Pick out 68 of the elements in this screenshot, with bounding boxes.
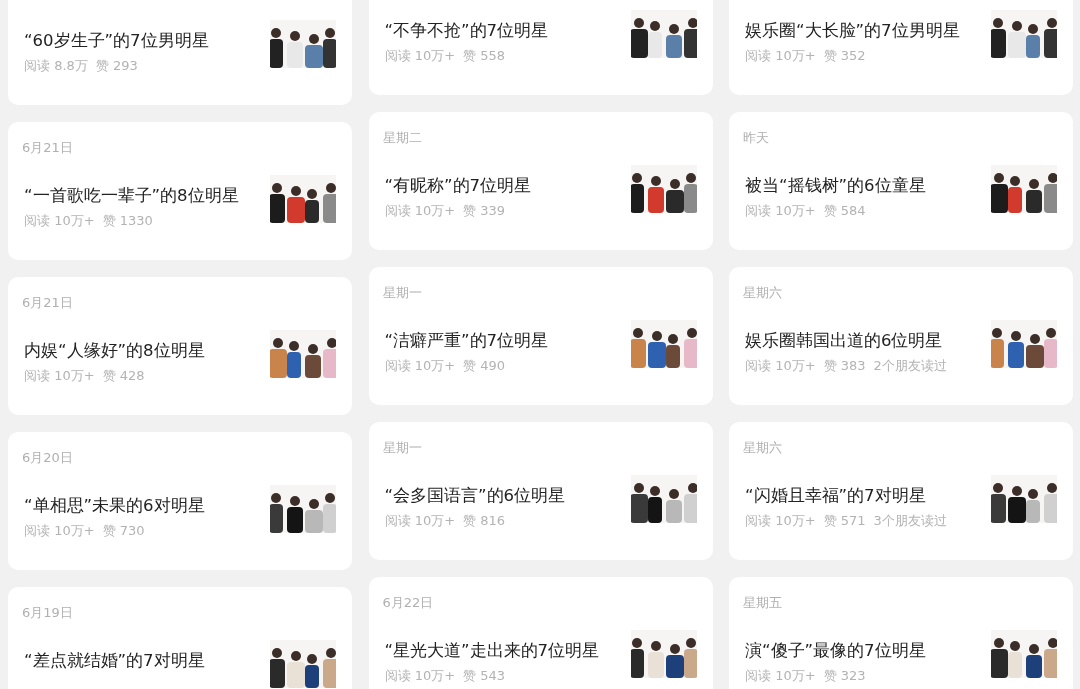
article-card[interactable]: 星期二 “有昵称”的7位明星 阅读 10万+ 赞 339 [368, 112, 713, 250]
article-date: 星期六 [743, 285, 782, 301]
article-title: “星光大道”走出来的7位明星 [384, 640, 600, 662]
article-card[interactable]: 6月19日 “差点就结婚”的7对明星 [8, 587, 352, 689]
article-title: 内娱“人缘好”的8位明星 [24, 340, 205, 362]
article-stat: 3个朋友读过 [873, 512, 947, 530]
article-card[interactable]: “不争不抢”的7位明星 阅读 10万+ 赞 558 [368, 0, 713, 95]
article-date: 星期二 [382, 130, 422, 146]
article-title: “60岁生子”的7位男明星 [24, 30, 209, 52]
article-stat: 阅读 10万+ [24, 522, 95, 540]
article-stat: 赞 383 [823, 357, 866, 375]
article-stat: 赞 293 [95, 57, 138, 75]
article-date: 星期六 [743, 440, 782, 456]
article-card[interactable]: 6月20日 “单相思”未果的6对明星 阅读 10万+ 赞 730 [8, 432, 352, 570]
article-stat: 阅读 10万+ [745, 47, 816, 65]
article-date: 6月22日 [382, 595, 434, 611]
article-stat: 阅读 10万+ [384, 47, 456, 65]
article-date: 昨天 [743, 130, 769, 146]
article-date: 6月21日 [22, 295, 73, 311]
article-stat: 赞 584 [823, 202, 866, 220]
article-title: 被当“摇钱树”的6位童星 [745, 175, 926, 197]
article-date: 星期五 [743, 595, 782, 611]
article-title: 娱乐圈韩国出道的6位明星 [745, 330, 943, 352]
article-card[interactable]: 6月21日 “一首歌吃一辈子”的8位明星 阅读 10万+ 赞 1330 [8, 122, 352, 260]
article-stat: 赞 571 [823, 512, 866, 530]
article-stat: 赞 1330 [102, 212, 153, 230]
article-stat: 阅读 10万+ [24, 212, 95, 230]
article-title: 娱乐圈“大长脸”的7位男明星 [745, 20, 960, 42]
article-title: 演“傻子”最像的7位明星 [745, 640, 926, 662]
article-title: “洁癖严重”的7位明星 [384, 330, 549, 352]
article-stat: 阅读 10万+ [745, 512, 816, 530]
article-card[interactable]: 星期六 “闪婚且幸福”的7对明星 阅读 10万+ 赞 571 3个朋友读过 [729, 422, 1073, 560]
article-date: 6月21日 [22, 140, 73, 156]
article-stat: 赞 339 [463, 202, 506, 220]
article-title: “不争不抢”的7位明星 [384, 20, 549, 42]
article-card[interactable]: “60岁生子”的7位男明星 阅读 8.8万 赞 293 [8, 0, 352, 105]
article-stat: 2个朋友读过 [873, 357, 947, 375]
article-stat: 阅读 8.8万 [24, 57, 88, 75]
article-card[interactable]: 昨天 被当“摇钱树”的6位童星 阅读 10万+ 赞 584 [729, 112, 1073, 250]
article-card[interactable]: 娱乐圈“大长脸”的7位男明星 阅读 10万+ 赞 352 [729, 0, 1073, 95]
article-stat: 赞 543 [463, 667, 506, 685]
article-stat: 阅读 10万+ [384, 357, 456, 375]
article-date: 6月20日 [22, 450, 73, 466]
article-card[interactable]: 6月22日 “星光大道”走出来的7位明星 阅读 10万+ 赞 543 [368, 577, 713, 689]
article-title: “有昵称”的7位明星 [384, 175, 532, 197]
article-stat: 赞 352 [823, 47, 866, 65]
article-stat: 阅读 10万+ [745, 357, 816, 375]
article-stat: 赞 558 [463, 47, 506, 65]
article-title: “差点就结婚”的7对明星 [24, 650, 205, 672]
article-stat: 赞 490 [463, 357, 506, 375]
article-stat: 阅读 10万+ [745, 202, 816, 220]
article-stat: 阅读 10万+ [384, 202, 456, 220]
article-card[interactable]: 星期六 娱乐圈韩国出道的6位明星 阅读 10万+ 赞 383 2个朋友读过 [729, 267, 1073, 405]
article-title: “单相思”未果的6对明星 [24, 495, 205, 517]
article-title: “一首歌吃一辈子”的8位明星 [24, 185, 239, 207]
article-stat: 阅读 10万+ [745, 667, 816, 685]
article-stat: 赞 730 [102, 522, 145, 540]
article-stat: 赞 816 [463, 512, 506, 530]
article-date: 6月19日 [22, 605, 73, 621]
article-card[interactable]: 6月21日 内娱“人缘好”的8位明星 阅读 10万+ 赞 428 [8, 277, 352, 415]
article-title: “闪婚且幸福”的7对明星 [745, 485, 926, 507]
article-stat: 赞 323 [823, 667, 866, 685]
article-stat: 赞 428 [102, 367, 145, 385]
article-stat: 阅读 10万+ [384, 512, 456, 530]
article-card[interactable]: 星期五 演“傻子”最像的7位明星 阅读 10万+ 赞 323 [729, 577, 1073, 689]
article-title: “会多国语言”的6位明星 [384, 485, 566, 507]
article-stat: 阅读 10万+ [24, 367, 95, 385]
article-stat: 阅读 10万+ [384, 667, 456, 685]
